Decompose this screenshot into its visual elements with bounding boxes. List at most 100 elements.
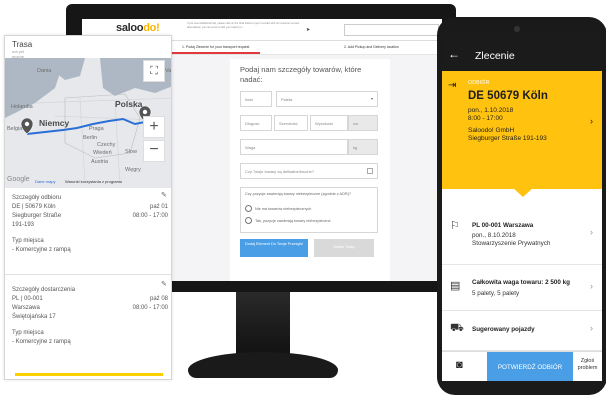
form-title: Podaj nam szczegóły towarów, które nadać… — [240, 65, 362, 84]
weight-label: Waga — [245, 145, 256, 150]
camera-icon[interactable]: ◙ — [456, 359, 463, 371]
app-footer: ◙ POTWIERDŹ ODBIÓR Zgłoś problem — [442, 351, 602, 381]
route-panel: Trasa not yet mocne Dania Holandia Polsk… — [4, 35, 172, 380]
map-label-czechy: Czechy — [97, 142, 116, 148]
pallet-select[interactable]: Paleta ▾ — [276, 91, 378, 107]
step-1-label[interactable]: 1. Podaj Zlecenie for your transport req… — [182, 45, 249, 49]
saloodo-logo[interactable]: saloodo! — [116, 22, 160, 34]
adr-yes-option[interactable]: Tak, pozycje zawierają towary niebezpiec… — [245, 217, 375, 226]
flag-icon: ⚐ — [450, 220, 460, 232]
delivery-date: pon., 8.10.2018 — [472, 232, 516, 239]
route-map[interactable]: Dania Holandia Polska Belgia Niemcy Prag… — [5, 58, 171, 188]
camera-icon — [514, 26, 520, 32]
logo-text: saloo — [116, 22, 144, 34]
fragile-checkbox[interactable] — [367, 168, 373, 174]
delivery-row[interactable]: ⚐ PL 00-001 Warszawa pon., 8.10.2018 Sto… — [442, 209, 602, 265]
map-label-holandia: Holandia — [11, 104, 33, 110]
quantity-input[interactable]: Ilość — [240, 91, 272, 107]
adr-no-label: Nie ma towarów niebezpiecznych — [255, 207, 312, 211]
map-label-slow: Słow — [125, 149, 137, 155]
delivery-details: Szczegóły dostarczenia PL | 00-001 paź 08… — [12, 286, 168, 347]
radio-button[interactable] — [245, 217, 252, 224]
pickup-date: paź 01 — [149, 204, 168, 210]
map-terms-link[interactable]: Warunki korzystania z programu — [65, 179, 122, 184]
report-problem-button[interactable]: Zgłoś problem — [573, 358, 602, 372]
map-label-wegry: Węgry — [125, 167, 141, 173]
pickup-type-value: - Komercyjne z rampą — [12, 247, 71, 253]
height-input[interactable]: Wysokość — [310, 115, 348, 131]
delivery-city: PL 00-001 Warszawa — [472, 222, 534, 229]
back-arrow-icon[interactable]: ← — [448, 47, 460, 61]
unit-kg: kg — [348, 139, 378, 155]
map-label-niemcy: Niemcy — [39, 118, 70, 128]
pickup-company: Saloodo! GmbH — [468, 127, 515, 134]
monitor-stand — [236, 292, 290, 356]
adr-box: Czy pozycje zawierają towary niebezpiecz… — [240, 187, 378, 233]
monitor-base — [188, 352, 338, 378]
google-logo: Google — [7, 176, 30, 183]
width-input[interactable]: Szerokość — [274, 115, 308, 131]
delivery-org: Stowarzyszenie Prywatnych — [472, 240, 551, 247]
vehicle-row[interactable]: ⛟ Sugerowany pojazdy › — [442, 311, 602, 351]
pickup-time: 08:00 - 17:00 — [132, 213, 168, 219]
map-label-berlin: Berlin — [83, 135, 98, 141]
report-line2: problem — [577, 365, 598, 371]
radio-button[interactable] — [245, 205, 252, 212]
map-data-link[interactable]: Dane mapy — [35, 179, 55, 184]
delivery-line2: Warszawa — [12, 305, 40, 311]
width-label: Szerokość — [279, 121, 298, 126]
delivery-heading: Szczegóły dostarczenia — [12, 287, 76, 293]
length-label: Długość — [245, 121, 260, 126]
accent-bar — [15, 373, 163, 376]
unit-kg-label: kg — [353, 145, 358, 150]
chevron-right-icon: › — [590, 281, 593, 291]
zoom-in-button[interactable]: + — [143, 116, 165, 138]
height-label: Wysokość — [315, 121, 334, 126]
route-panel-header: Trasa not yet mocne — [12, 40, 32, 59]
pickup-label: ODBIÓR — [468, 80, 490, 86]
pickup-card[interactable]: ⇥ ODBIÓR DE 50679 Köln pon., 1.10.2018 8… — [442, 71, 602, 189]
unit-cm: cm — [348, 115, 378, 131]
fragile-checkbox-row[interactable]: Czy Twoje towary są delikatne/kruche? — [240, 163, 378, 179]
weight-input[interactable]: Waga — [240, 139, 348, 155]
confirm-pickup-button[interactable]: POTWIERDŹ ODBIÓR — [487, 352, 573, 381]
route-title: Trasa — [12, 40, 33, 49]
map-label-praga: Praga — [89, 126, 104, 132]
zoom-out-button[interactable]: − — [143, 140, 165, 162]
fragile-question: Czy Twoje towary są delikatne/kruche? — [245, 169, 315, 174]
adr-yes-label: Tak, pozycje zawierają towary niebezpiec… — [255, 219, 331, 223]
step-2-label[interactable]: 2. Add Pickup and Delivery location — [344, 45, 399, 49]
delivery-line1: PL | 00-001 — [12, 296, 43, 302]
pickup-type-heading: Typ miejsca — [12, 238, 44, 244]
weight-title: Całkowita waga towaru: 2 500 kg — [472, 279, 570, 286]
header-field[interactable] — [344, 24, 439, 36]
map-label-belgia: Belgia — [7, 126, 23, 132]
map-label-austria: Austria — [91, 159, 109, 165]
adr-question: Czy pozycje zawierają towary niebezpiecz… — [245, 192, 351, 196]
adr-no-option[interactable]: Nie ma towarów niebezpiecznych — [245, 205, 375, 214]
map-label-polska: Polska — [115, 99, 143, 109]
pickup-time: 8:00 - 17:00 — [468, 115, 503, 122]
delivery-date: paź 08 — [149, 296, 168, 302]
set-route-button[interactable]: Ustaw Trasę — [314, 239, 374, 257]
fullscreen-icon[interactable]: ⛶ — [143, 60, 165, 82]
logo-suffix: do! — [143, 22, 160, 34]
pickup-card-pointer — [512, 187, 534, 197]
phone-screen: ← Zlecenie ⇥ ODBIÓR DE 50679 Köln pon., … — [442, 39, 602, 381]
delivery-type-value: - Komercyjne z rampą — [12, 339, 71, 345]
pallet-label: Paleta — [281, 97, 293, 102]
vehicle-label: Sugerowany pojazdy — [472, 326, 535, 333]
phone: ← Zlecenie ⇥ ODBIÓR DE 50679 Köln pon., … — [437, 17, 606, 395]
length-input[interactable]: Długość — [240, 115, 272, 131]
delivery-type-heading: Typ miejsca — [12, 330, 44, 336]
chevron-down-icon: ▾ — [370, 96, 373, 101]
map-label-dania: Dania — [37, 68, 52, 74]
pickup-line2: Siegburger Straße — [12, 213, 62, 219]
weight-row[interactable]: ▤ Całkowita waga towaru: 2 500 kg 5 pale… — [442, 265, 602, 311]
pickup-heading: Szczegóły odbioru — [12, 195, 62, 201]
mouse-cursor-icon: ➤ — [306, 27, 311, 33]
add-item-button[interactable]: Dodaj Element Do Twoje Przesyłki — [240, 239, 308, 257]
pickup-city: DE 50679 Köln — [468, 90, 548, 102]
weight-sub: 5 palety, 5 palety — [472, 290, 520, 297]
pickup-icon: ⇥ — [448, 80, 457, 91]
